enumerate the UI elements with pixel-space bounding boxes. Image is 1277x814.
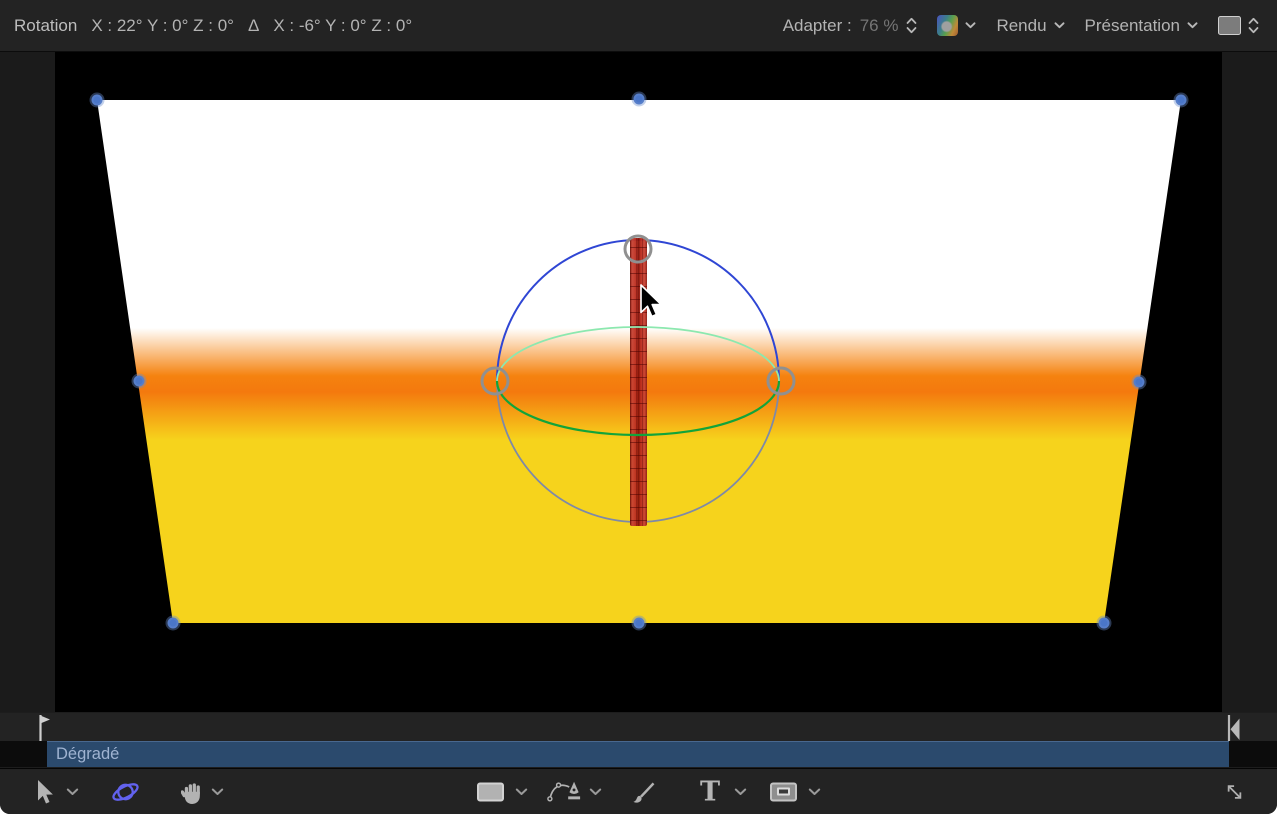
transform-3d-tool[interactable]: [110, 778, 141, 805]
render-menu[interactable]: Rendu: [996, 16, 1064, 36]
pen-bezier-icon: [547, 780, 581, 803]
ring-handle-right[interactable]: [768, 368, 794, 394]
stepper-icon[interactable]: [906, 17, 917, 34]
rotation-status: Rotation X : 22° Y : 0° Z : 0° Δ X : -6°…: [14, 16, 412, 36]
selection-handle-bottom-right[interactable]: [1099, 618, 1110, 629]
canvas-toolbar: T: [0, 768, 1277, 814]
text-tool-menu[interactable]: [734, 788, 747, 796]
chevron-down-icon: [515, 788, 528, 796]
chevron-down-icon: [589, 788, 602, 796]
expand-diagonal-icon: [1223, 780, 1246, 803]
selection-handle-mid-right[interactable]: [1134, 377, 1145, 388]
color-channel-menu[interactable]: [937, 15, 976, 36]
chevron-down-icon: [211, 788, 224, 796]
chevron-down-icon: [965, 22, 976, 29]
shape-tool-menu[interactable]: [515, 788, 528, 796]
chevron-down-icon: [734, 788, 747, 796]
zoom-fit-control[interactable]: Adapter : 76 %: [783, 16, 918, 36]
motion-canvas-window: Rotation X : 22° Y : 0° Z : 0° Δ X : -6°…: [0, 0, 1277, 814]
orbit-3d-icon: [110, 778, 141, 805]
chevron-down-icon: [808, 788, 821, 796]
timeline-ruler[interactable]: [0, 713, 1277, 741]
timeline-out-marker[interactable]: [1222, 714, 1242, 742]
mask-tool-menu[interactable]: [808, 788, 821, 796]
chevron-down-icon: [66, 788, 79, 796]
chevron-down-icon: [1187, 22, 1198, 29]
paint-stroke-tool[interactable]: [630, 779, 658, 805]
selection-handle-top-right[interactable]: [1176, 95, 1187, 106]
expand-view-button[interactable]: [1223, 780, 1246, 803]
viewport-layout-icon: [1218, 16, 1241, 35]
timeline-in-marker[interactable]: [36, 714, 52, 742]
selection-overlay: [0, 52, 1277, 712]
selection-handle-mid-left[interactable]: [134, 376, 145, 387]
ring-handle-left[interactable]: [482, 368, 508, 394]
presentation-menu[interactable]: Présentation: [1085, 16, 1198, 36]
rectangle-shape-tool[interactable]: [477, 782, 504, 801]
selection-handle-bottom-center[interactable]: [634, 618, 645, 629]
presentation-menu-label: Présentation: [1085, 16, 1180, 36]
paintbrush-icon: [630, 779, 658, 805]
bezier-tool-menu[interactable]: [589, 788, 602, 796]
hand-icon: [181, 780, 203, 804]
chevron-down-icon: [1054, 22, 1065, 29]
text-tool-icon: T: [700, 778, 720, 805]
track-label: Dégradé: [56, 745, 119, 763]
bezier-tool[interactable]: [547, 780, 581, 803]
canvas-status-bar: Rotation X : 22° Y : 0° Z : 0° Δ X : -6°…: [0, 0, 1277, 52]
canvas-area: [0, 52, 1277, 712]
text-tool[interactable]: T: [700, 778, 720, 805]
timeline-track-row: Dégradé: [0, 741, 1277, 767]
rotation-label: Rotation: [14, 16, 77, 36]
gradient-track-bar[interactable]: Dégradé: [47, 741, 1229, 767]
pan-tool[interactable]: [181, 780, 203, 804]
viewport-layout-control[interactable]: [1218, 16, 1259, 35]
mini-timeline: Dégradé: [0, 712, 1277, 768]
selection-handle-bottom-left[interactable]: [168, 618, 179, 629]
color-swatch-icon: [937, 15, 958, 36]
select-tool[interactable]: [36, 779, 55, 805]
fit-label: Adapter :: [783, 16, 852, 36]
rotation-axis-bar-texture: [630, 238, 647, 526]
mask-rectangle-icon: [770, 782, 797, 801]
render-menu-label: Rendu: [996, 16, 1046, 36]
selection-handle-top-left[interactable]: [92, 95, 103, 106]
delta-symbol: Δ: [248, 16, 259, 36]
select-tool-menu[interactable]: [66, 788, 79, 796]
pan-tool-menu[interactable]: [211, 788, 224, 796]
rotate-manipulator[interactable]: [482, 236, 794, 526]
rotation-absolute-values: X : 22° Y : 0° Z : 0°: [91, 16, 234, 36]
canvas-view-controls: Adapter : 76 % Rendu Présen: [783, 15, 1259, 36]
mask-inner-icon: [777, 788, 790, 796]
selection-handle-top-center[interactable]: [634, 94, 645, 105]
rectangle-icon: [477, 782, 504, 801]
mask-tool[interactable]: [770, 782, 797, 801]
rotation-delta-values: X : -6° Y : 0° Z : 0°: [273, 16, 412, 36]
fit-value: 76 %: [860, 16, 899, 36]
arrow-cursor-icon: [36, 779, 55, 805]
stepper-icon: [1248, 17, 1259, 34]
